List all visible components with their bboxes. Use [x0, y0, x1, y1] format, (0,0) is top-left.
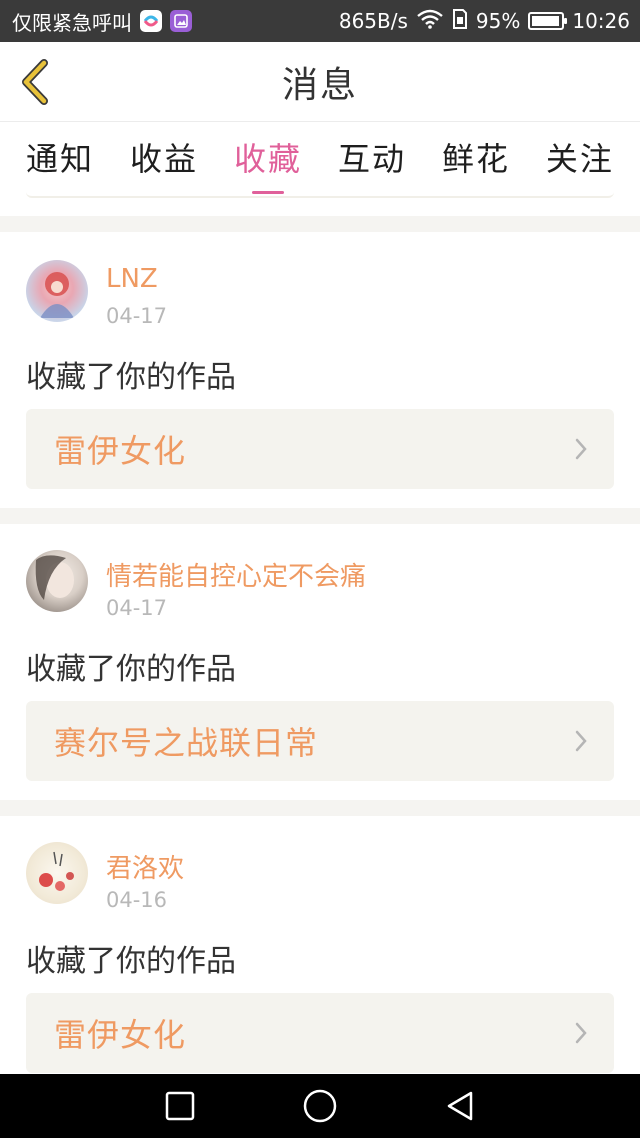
- status-bar: 仅限紧急呼叫 865B/s 95% 10:26: [0, 0, 640, 42]
- recent-apps-icon: [165, 1091, 195, 1121]
- battery-percent: 95%: [475, 9, 521, 33]
- section-divider: [0, 800, 640, 816]
- message-date: 04-17: [106, 304, 168, 328]
- work-title: 赛尔号之战联日常: [54, 724, 319, 762]
- tab-earnings[interactable]: 收益: [130, 126, 198, 188]
- action-text: 收藏了你的作品: [26, 652, 236, 687]
- chevron-right-icon: [575, 730, 587, 752]
- section-divider: [0, 508, 640, 524]
- back-button[interactable]: [14, 56, 54, 108]
- avatar[interactable]: [26, 842, 88, 904]
- back-icon: [447, 1091, 473, 1121]
- tab-following[interactable]: 关注: [546, 126, 614, 188]
- carrier-text: 仅限紧急呼叫: [12, 10, 132, 35]
- page-title: 消息: [281, 64, 358, 106]
- work-title: 雷伊女化: [54, 432, 187, 470]
- gallery-notification-icon: [170, 10, 192, 32]
- header: 消息: [0, 42, 640, 122]
- section-divider: [0, 216, 640, 232]
- tab-favorites[interactable]: 收藏: [234, 126, 302, 188]
- chevron-right-icon: [575, 1022, 587, 1044]
- message-card: 君洛欢 04-16 收藏了你的作品 雷伊女化: [0, 816, 640, 1074]
- action-text: 收藏了你的作品: [26, 360, 236, 395]
- chevron-right-icon: [575, 438, 587, 460]
- work-link[interactable]: 雷伊女化: [26, 409, 614, 489]
- action-text: 收藏了你的作品: [26, 944, 236, 979]
- recent-apps-button[interactable]: [160, 1086, 200, 1126]
- home-button[interactable]: [300, 1086, 340, 1126]
- app-notification-icon: [140, 10, 162, 32]
- battery-icon: [528, 12, 568, 30]
- work-link[interactable]: 雷伊女化: [26, 993, 614, 1073]
- avatar[interactable]: [26, 550, 88, 612]
- tab-flowers[interactable]: 鲜花: [442, 126, 510, 188]
- system-back-button[interactable]: [440, 1086, 480, 1126]
- tab-interaction[interactable]: 互动: [338, 126, 406, 188]
- system-nav-bar: [0, 1074, 640, 1138]
- work-title: 雷伊女化: [54, 1016, 187, 1054]
- message-card: LNZ 04-17 收藏了你的作品 雷伊女化: [0, 232, 640, 508]
- avatar[interactable]: [26, 260, 88, 322]
- user-name[interactable]: LNZ: [106, 264, 158, 294]
- home-icon: [303, 1089, 337, 1123]
- message-card: 情若能自控心定不会痛 04-17 收藏了你的作品 赛尔号之战联日常: [0, 524, 640, 800]
- wifi-icon: [416, 9, 444, 34]
- sim-icon: [452, 8, 468, 35]
- user-name[interactable]: 情若能自控心定不会痛: [106, 556, 366, 593]
- network-speed: 865B/s: [338, 9, 408, 33]
- work-link[interactable]: 赛尔号之战联日常: [26, 701, 614, 781]
- message-date: 04-16: [106, 888, 168, 912]
- tab-bar: 通知 收益 收藏 互动 鲜花 关注: [0, 122, 640, 192]
- tab-divider: [26, 192, 614, 198]
- clock: 10:26: [572, 9, 630, 33]
- user-name[interactable]: 君洛欢: [106, 848, 184, 885]
- message-date: 04-17: [106, 596, 168, 620]
- tab-notifications[interactable]: 通知: [26, 126, 94, 188]
- chevron-left-icon: [22, 59, 48, 105]
- battery-fill: [532, 16, 559, 26]
